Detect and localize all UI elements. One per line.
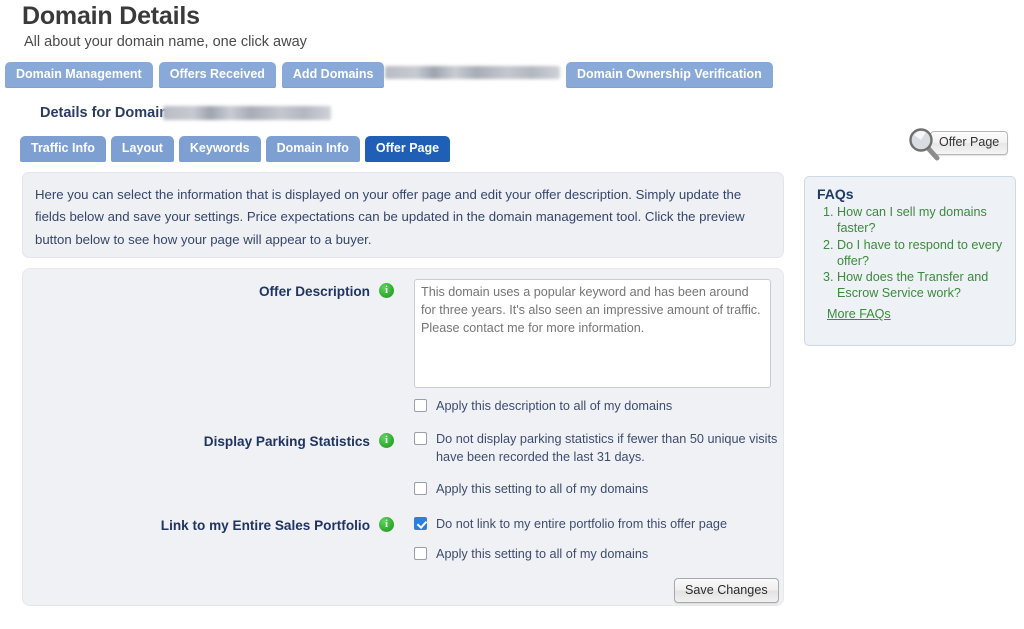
page-subtitle: All about your domain name, one click aw… — [24, 34, 307, 50]
faq-item[interactable]: How can I sell my domains faster? — [837, 205, 1005, 237]
apply-parking-all-domains-row[interactable]: Apply this setting to all of my domains — [414, 480, 774, 498]
info-icon[interactable]: i — [379, 283, 394, 298]
apply-description-all-domains-label: Apply this description to all of my doma… — [436, 399, 673, 413]
faq-item[interactable]: Do I have to respond to every offer? — [837, 238, 1005, 270]
top-navigation: Domain Management Offers Received Add Do… — [5, 62, 385, 88]
info-banner-text: Here you can select the information that… — [35, 187, 745, 247]
faq-title: FAQs — [817, 186, 854, 202]
top-nav-item-add-domains[interactable]: Add Domains — [281, 62, 385, 88]
top-navigation-secondary: Domain Ownership Verification — [566, 62, 773, 88]
top-nav-item-domain-management[interactable]: Domain Management — [5, 62, 153, 88]
sales-portfolio-option-row[interactable]: Do not link to my entire portfolio from … — [414, 515, 774, 533]
sub-navigation: Traffic Info Layout Keywords Domain Info… — [20, 136, 451, 162]
info-icon[interactable]: i — [379, 517, 394, 532]
faq-item-label: How can I sell my domains faster? — [837, 205, 987, 235]
sales-portfolio-checkbox[interactable] — [414, 517, 427, 530]
faq-item-label: How does the Transfer and Escrow Service… — [837, 270, 989, 301]
offer-description-label: Offer Description — [258, 284, 370, 299]
apply-description-all-domains-row[interactable]: Apply this description to all of my doma… — [414, 397, 774, 415]
apply-parking-all-domains-checkbox[interactable] — [414, 482, 427, 495]
tab-offer-page[interactable]: Offer Page — [364, 136, 451, 162]
apply-portfolio-all-domains-row[interactable]: Apply this setting to all of my domains — [414, 545, 774, 563]
page-title: Domain Details — [22, 2, 200, 30]
faq-panel: FAQs How can I sell my domains faster? D… — [804, 176, 1016, 346]
sales-portfolio-option-label: Do not link to my entire portfolio from … — [436, 517, 728, 531]
tab-layout[interactable]: Layout — [110, 136, 174, 162]
info-icon[interactable]: i — [379, 433, 394, 448]
info-banner: Here you can select the information that… — [22, 172, 784, 258]
save-changes-button[interactable]: Save Changes — [674, 578, 779, 603]
more-faqs-link[interactable]: More FAQs — [827, 307, 891, 321]
faq-item[interactable]: How does the Transfer and Escrow Service… — [837, 270, 1005, 302]
redacted-domain-name — [163, 106, 331, 120]
details-for-domain-label: Details for Domain — [40, 105, 169, 121]
parking-statistics-option-row[interactable]: Do not display parking statistics if few… — [414, 430, 779, 467]
tab-traffic-info[interactable]: Traffic Info — [20, 136, 106, 162]
parking-statistics-option-label: Do not display parking statistics if few… — [436, 432, 778, 465]
faq-list: How can I sell my domains faster? Do I h… — [817, 205, 1005, 302]
tab-keywords[interactable]: Keywords — [178, 136, 261, 162]
offer-description-input[interactable] — [414, 279, 771, 388]
top-nav-item-offers-received[interactable]: Offers Received — [158, 62, 276, 88]
apply-portfolio-all-domains-label: Apply this setting to all of my domains — [436, 547, 649, 561]
magnifier-icon — [909, 128, 940, 161]
top-nav-item-domain-ownership-verification[interactable]: Domain Ownership Verification — [566, 62, 773, 88]
display-parking-statistics-label: Display Parking Statistics — [203, 434, 370, 449]
apply-description-all-domains-checkbox[interactable] — [414, 399, 427, 412]
apply-portfolio-all-domains-checkbox[interactable] — [414, 547, 427, 560]
sales-portfolio-label: Link to my Entire Sales Portfolio — [160, 518, 370, 533]
tab-domain-info[interactable]: Domain Info — [265, 136, 360, 162]
parking-statistics-checkbox[interactable] — [414, 432, 427, 445]
apply-parking-all-domains-label: Apply this setting to all of my domains — [436, 482, 649, 496]
redacted-account-text — [385, 66, 560, 79]
domain-details-page: Domain Details All about your domain nam… — [0, 0, 1024, 629]
faq-item-label: Do I have to respond to every offer? — [837, 237, 1003, 268]
offer-page-preview-widget[interactable]: Offer Page — [906, 128, 1018, 161]
